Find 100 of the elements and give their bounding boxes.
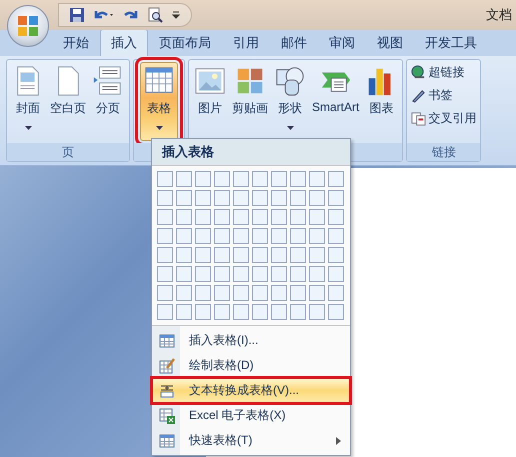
table-grid-cell[interactable] xyxy=(290,171,306,187)
table-grid-cell[interactable] xyxy=(195,247,211,263)
table-grid-cell[interactable] xyxy=(328,209,344,225)
table-grid-cell[interactable] xyxy=(176,285,192,301)
table-grid-cell[interactable] xyxy=(157,190,173,206)
table-grid-cell[interactable] xyxy=(290,247,306,263)
table-grid-cell[interactable] xyxy=(176,228,192,244)
table-grid-cell[interactable] xyxy=(157,209,173,225)
table-grid-cell[interactable] xyxy=(328,190,344,206)
table-grid-cell[interactable] xyxy=(252,247,268,263)
table-grid-cell[interactable] xyxy=(214,171,230,187)
ribbon-button[interactable]: 封面 xyxy=(9,62,47,141)
table-grid-cell[interactable] xyxy=(252,209,268,225)
table-grid-cell[interactable] xyxy=(214,304,230,320)
table-grid-cell[interactable] xyxy=(176,171,192,187)
ribbon-button[interactable]: 图表 xyxy=(362,62,400,141)
table-grid-cell[interactable] xyxy=(157,266,173,282)
table-grid-cell[interactable] xyxy=(309,209,325,225)
table-grid-cell[interactable] xyxy=(214,228,230,244)
table-grid-cell[interactable] xyxy=(252,190,268,206)
table-grid-cell[interactable] xyxy=(214,209,230,225)
ribbon-tab[interactable]: 插入 xyxy=(100,29,148,56)
table-grid-cell[interactable] xyxy=(157,247,173,263)
table-grid-cell[interactable] xyxy=(290,228,306,244)
table-grid-cell[interactable] xyxy=(157,171,173,187)
ribbon-button[interactable]: 剪贴画 xyxy=(229,62,271,141)
table-grid-cell[interactable] xyxy=(271,228,287,244)
save-icon[interactable] xyxy=(69,7,85,23)
table-grid-cell[interactable] xyxy=(328,266,344,282)
table-grid-cell[interactable] xyxy=(252,266,268,282)
table-grid-cell[interactable] xyxy=(195,171,211,187)
table-grid-cell[interactable] xyxy=(271,304,287,320)
table-grid-cell[interactable] xyxy=(309,266,325,282)
table-grid-cell[interactable] xyxy=(328,171,344,187)
table-grid-cell[interactable] xyxy=(309,285,325,301)
table-grid-cell[interactable] xyxy=(233,247,249,263)
print-preview-icon[interactable] xyxy=(147,7,163,23)
table-grid-cell[interactable] xyxy=(195,285,211,301)
table-grid-cell[interactable] xyxy=(328,285,344,301)
table-grid-cell[interactable] xyxy=(195,228,211,244)
table-grid-cell[interactable] xyxy=(290,190,306,206)
table-grid-cell[interactable] xyxy=(271,266,287,282)
table-grid-cell[interactable] xyxy=(195,190,211,206)
table-grid-cell[interactable] xyxy=(233,266,249,282)
ribbon-button[interactable]: 空白页 xyxy=(47,62,89,141)
table-grid-cell[interactable] xyxy=(290,285,306,301)
table-grid-cell[interactable] xyxy=(309,228,325,244)
table-grid-cell[interactable] xyxy=(271,247,287,263)
table-grid-cell[interactable] xyxy=(328,304,344,320)
table-grid-cell[interactable] xyxy=(176,247,192,263)
table-grid-cell[interactable] xyxy=(195,266,211,282)
table-grid-cell[interactable] xyxy=(214,190,230,206)
customize-caret-icon[interactable] xyxy=(171,10,181,20)
table-grid-cell[interactable] xyxy=(309,304,325,320)
table-grid-cell[interactable] xyxy=(195,304,211,320)
table-grid-cell[interactable] xyxy=(233,304,249,320)
table-grid-cell[interactable] xyxy=(252,228,268,244)
menu-item[interactable]: 快速表格(T) xyxy=(152,428,350,453)
table-grid-cell[interactable] xyxy=(214,285,230,301)
table-grid-cell[interactable] xyxy=(271,171,287,187)
table-grid-cell[interactable] xyxy=(328,247,344,263)
table-grid-cell[interactable] xyxy=(195,209,211,225)
office-button[interactable] xyxy=(7,5,49,47)
table-grid-cell[interactable] xyxy=(214,266,230,282)
ribbon-tab[interactable]: 开发工具 xyxy=(414,29,488,56)
table-grid-cell[interactable] xyxy=(290,304,306,320)
table-grid-cell[interactable] xyxy=(309,171,325,187)
table-grid-cell[interactable] xyxy=(252,304,268,320)
ribbon-button[interactable]: 分页 xyxy=(89,62,127,141)
menu-item[interactable]: 插入表格(I)... xyxy=(152,328,350,353)
table-grid-cell[interactable] xyxy=(157,304,173,320)
table-grid-cell[interactable] xyxy=(233,285,249,301)
table-grid-cell[interactable] xyxy=(176,209,192,225)
table-grid-cell[interactable] xyxy=(233,171,249,187)
table-grid-cell[interactable] xyxy=(271,209,287,225)
table-grid-cell[interactable] xyxy=(290,266,306,282)
table-grid-cell[interactable] xyxy=(176,190,192,206)
table-grid-cell[interactable] xyxy=(157,228,173,244)
ribbon-tab[interactable]: 邮件 xyxy=(270,29,318,56)
ribbon-tab[interactable]: 审阅 xyxy=(318,29,366,56)
table-grid-cell[interactable] xyxy=(233,228,249,244)
ribbon-tab[interactable]: 视图 xyxy=(366,29,414,56)
table-grid-cell[interactable] xyxy=(252,171,268,187)
table-grid-cell[interactable] xyxy=(271,190,287,206)
table-grid-cell[interactable] xyxy=(309,190,325,206)
table-grid-cell[interactable] xyxy=(252,285,268,301)
table-grid-cell[interactable] xyxy=(233,190,249,206)
table-grid-cell[interactable] xyxy=(328,228,344,244)
table-grid-cell[interactable] xyxy=(176,266,192,282)
ribbon-button[interactable]: 书签 xyxy=(409,85,478,106)
ribbon-tab[interactable]: 页面布局 xyxy=(148,29,222,56)
table-grid-cell[interactable] xyxy=(233,209,249,225)
ribbon-tab[interactable]: 引用 xyxy=(222,29,270,56)
ribbon-tab[interactable]: 开始 xyxy=(52,29,100,56)
menu-item[interactable]: 文本转换成表格(V)... xyxy=(152,378,350,403)
table-grid-cell[interactable] xyxy=(290,209,306,225)
table-grid-cell[interactable] xyxy=(271,285,287,301)
menu-item[interactable]: Excel 电子表格(X) xyxy=(152,403,350,428)
table-grid-cell[interactable] xyxy=(309,247,325,263)
table-grid-cell[interactable] xyxy=(157,285,173,301)
